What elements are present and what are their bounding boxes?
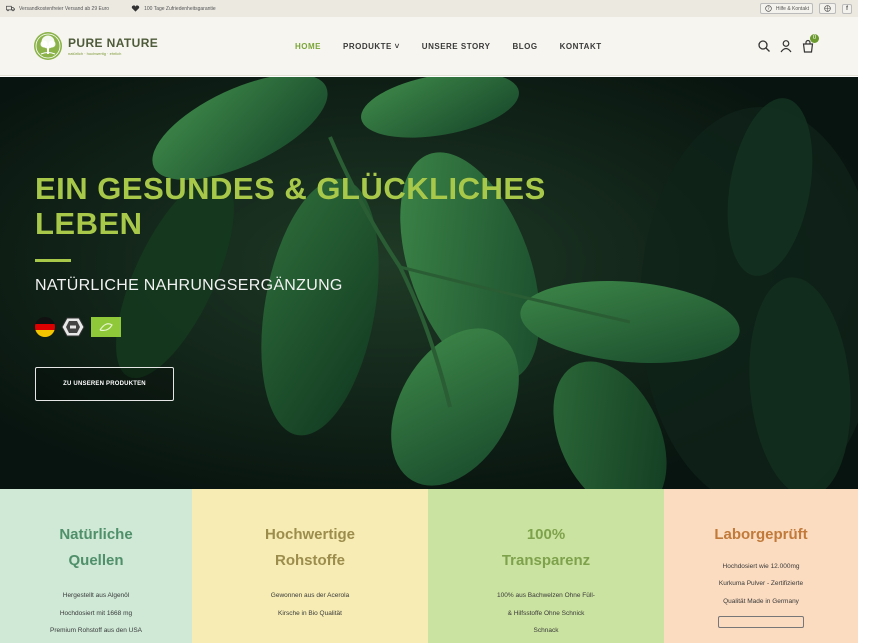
guarantee-info: 100 Tage Zufriedenheitsgarantie	[131, 5, 216, 12]
feature-card-transparency: 100% Transparenz 100% aus Bachwelzen Ohn…	[428, 489, 664, 643]
nav-home[interactable]: HOME	[295, 42, 321, 51]
feature-text: Premium Rohstoff aus den USA	[49, 627, 142, 635]
hero-title: EIN GESUNDES & GLÜCKLICHES LEBEN	[35, 171, 546, 241]
help-icon: ?	[765, 5, 772, 12]
facebook-icon: f	[846, 5, 848, 12]
feature-text: 100% aus Bachwelzen Ohne Füll-	[497, 592, 595, 599]
shipping-text: Versandkostenfreier Versand ab 29 Euro	[19, 5, 110, 12]
feature-title: Hochwertige	[264, 526, 355, 543]
feature-card-lab-tested: Laborgeprüft Hochdosiert wie 12.000mg Ku…	[664, 489, 858, 643]
site-logo[interactable]: PURE NATURE natürlich · hochwertig · ehr…	[33, 31, 158, 61]
feature-text: Qualität Made in Germany	[723, 597, 799, 605]
feature-title: Rohstoffe	[275, 551, 345, 569]
logo-tagline: natürlich · hochwertig · ehrlich	[68, 51, 122, 56]
shop-products-button[interactable]: ZU UNSEREN PRODUKTEN	[35, 367, 174, 401]
hero-subtitle: NATÜRLICHE NAHRUNGSERGÄNZUNG	[35, 277, 343, 294]
feature-text: Kirsche in Bio Qualität	[278, 609, 342, 617]
heart-icon	[131, 5, 140, 12]
nav-kontakt[interactable]: KONTAKT	[560, 42, 602, 51]
user-icon[interactable]	[779, 39, 793, 53]
globe-icon	[824, 5, 831, 12]
help-contact-button[interactable]: ? Hilfe & Kontakt	[759, 3, 813, 14]
hero-divider	[35, 259, 71, 262]
shipping-info: Versandkostenfreier Versand ab 29 Euro	[6, 5, 109, 12]
feature-card-raw-materials: Hochwertige Rohstoffe Gewonnen aus der A…	[192, 489, 428, 643]
site-header: PURE NATURE natürlich · hochwertig · ehr…	[0, 17, 858, 76]
logo-name: PURE NATURE	[68, 36, 159, 50]
social-button[interactable]: f	[842, 3, 852, 14]
eu-organic-icon	[91, 317, 121, 337]
help-contact-label: Hilfe & Kontakt	[775, 5, 809, 12]
feature-text: Hochdosiert wie 12.000mg	[722, 562, 800, 570]
tree-logo-icon	[34, 32, 62, 60]
feature-card-natural-sources: Natürliche Quellen Hergestellt aus Algen…	[0, 489, 192, 643]
feature-title: Natürliche	[59, 526, 133, 543]
guarantee-text: 100 Tage Zufriedenheitsgarantie	[144, 5, 216, 12]
feature-text: & Hilfsstoffe Ohne Schnick	[507, 609, 585, 617]
feature-title: Transparenz	[501, 551, 591, 569]
truck-icon	[6, 5, 15, 12]
germany-flag-icon	[35, 317, 55, 337]
top-info-bar: Versandkostenfreier Versand ab 29 Euro 1…	[0, 0, 858, 17]
lab-details-button[interactable]	[718, 616, 804, 629]
nav-unsere-story[interactable]: UNSERE STORY	[422, 42, 491, 51]
feature-title: Quellen	[68, 551, 124, 569]
feature-cards: Natürliche Quellen Hergestellt aus Algen…	[0, 489, 858, 643]
feature-text: Gewonnen aus der Acerola	[270, 592, 350, 599]
feature-title: 100%	[526, 526, 566, 543]
bio-seal-icon	[61, 317, 85, 337]
feature-text: Hochdosiert mit 1668 mg	[59, 609, 133, 617]
nav-blog[interactable]: BLOG	[512, 42, 537, 51]
nav-produkte[interactable]: PRODUKTE ˅	[343, 42, 400, 51]
quality-badges	[35, 317, 121, 337]
feature-text: Schnack	[533, 627, 559, 635]
main-navigation: HOME PRODUKTE ˅ UNSERE STORY BLOG KONTAK…	[295, 42, 624, 51]
cart-button[interactable]: 0	[801, 34, 819, 53]
feature-title: Laborgeprüft	[714, 526, 808, 543]
language-button[interactable]	[819, 3, 836, 14]
hero-banner: EIN GESUNDES & GLÜCKLICHES LEBEN NATÜRLI…	[0, 77, 858, 489]
cart-count-badge: 0	[810, 34, 819, 43]
feature-text: Hergestellt aus Algenöl	[62, 592, 130, 599]
feature-text: Kurkuma Pulver - Zertifizierte	[718, 580, 804, 588]
search-icon[interactable]	[757, 39, 771, 53]
